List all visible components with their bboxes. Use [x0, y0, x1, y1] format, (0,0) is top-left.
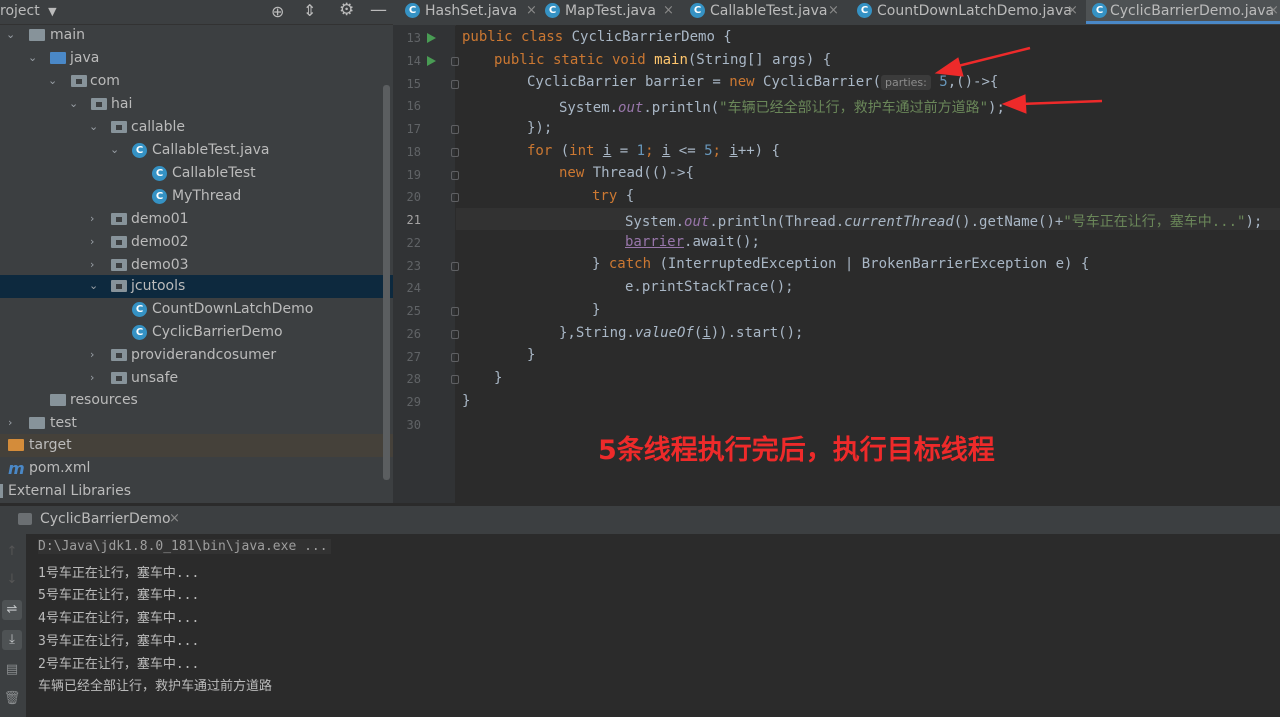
- arrowhead: [934, 57, 964, 77]
- console-line: D:\Java\jdk1.8.0_181\bin\java.exe ...: [38, 539, 331, 554]
- close-icon[interactable]: ×: [169, 511, 180, 526]
- console-line: 车辆已经全部让行，救护车通过前方道路: [38, 679, 273, 694]
- run-panel-header: [0, 505, 1280, 534]
- console-icon: [18, 513, 32, 525]
- arrowhead: [1001, 94, 1027, 114]
- console-line: 3号车正在让行，塞车中...: [38, 634, 200, 649]
- console-line: 2号车正在让行，塞车中...: [38, 657, 200, 672]
- scroll-to-end-icon[interactable]: ⤓: [2, 630, 22, 650]
- arrow-line: [1019, 99, 1103, 106]
- soft-wrap-icon[interactable]: ⇌: [2, 600, 22, 620]
- trash-icon[interactable]: 🗑: [2, 689, 22, 709]
- arrow-up-icon[interactable]: ↑: [2, 542, 22, 562]
- console-line: 5号车正在让行，塞车中...: [38, 588, 200, 603]
- arrow-down-icon[interactable]: ↓: [2, 570, 22, 590]
- console-line: 1号车正在让行，塞车中...: [38, 566, 200, 581]
- print-icon[interactable]: ▤: [2, 660, 22, 680]
- run-toolbar: ↑ ↓ ⇌ ⤓ ▤ 🗑: [0, 534, 26, 717]
- console-line: 4号车正在让行，塞车中...: [38, 611, 200, 626]
- arrow-line: [949, 46, 1031, 70]
